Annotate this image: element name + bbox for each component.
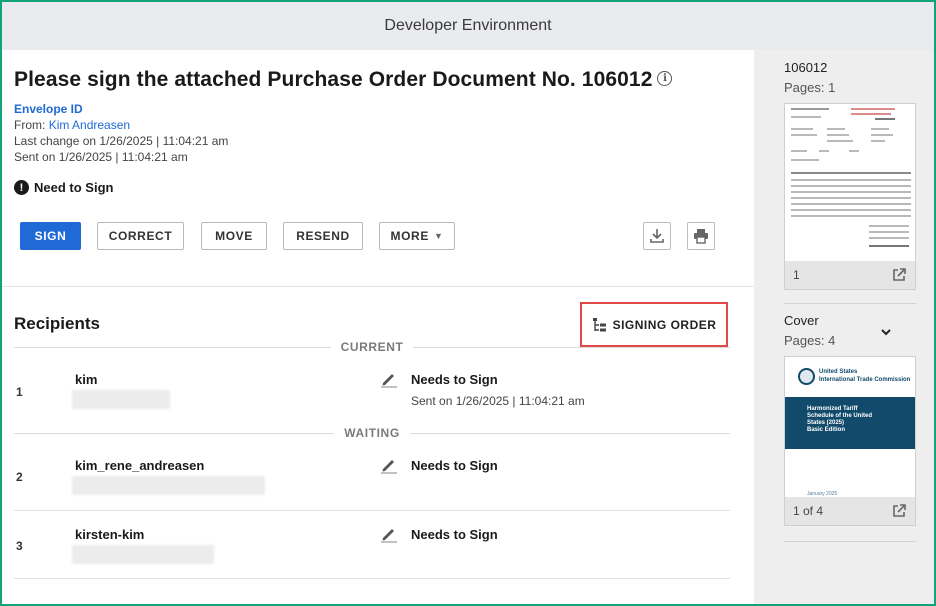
group-label-current: CURRENT [14, 340, 730, 354]
documents-sidebar: 106012 Pages: 1 1 Cover Pages: 4 United … [754, 50, 934, 604]
group-label-waiting: WAITING [14, 426, 730, 440]
download-icon [650, 229, 664, 243]
alert-icon: ! [14, 180, 29, 195]
recipient-name: kim [75, 372, 98, 387]
pen-icon [381, 374, 397, 388]
chevron-down-icon[interactable] [880, 326, 892, 340]
app-frame: Developer Environment Please sign the at… [0, 0, 936, 606]
sign-button[interactable]: SIGN [20, 222, 81, 250]
recipient-sent-date: Sent on 1/26/2025 | 11:04:21 am [411, 394, 585, 408]
sender-line: From: Kim Andreasen [14, 118, 130, 132]
recipient-status: Needs to Sign [411, 372, 498, 387]
recipient-email-redacted [72, 390, 170, 409]
thumbnail-page-indicator: 1 of 4 [793, 504, 824, 518]
recipients-heading: Recipients [14, 314, 100, 333]
cover-seal [798, 368, 815, 385]
correct-button[interactable]: CORRECT [97, 222, 184, 250]
document-separator [784, 541, 916, 542]
document-thumbnail[interactable]: United States International Trade Commis… [784, 356, 916, 526]
more-button-label: MORE [390, 229, 429, 243]
cover-header-line2: International Trade Commission [819, 377, 911, 383]
recipient-order: 2 [16, 470, 23, 484]
envelope-status-label: Need to Sign [34, 180, 114, 195]
thumbnail-page-indicator: 1 [793, 268, 800, 282]
recipient-order: 1 [16, 385, 23, 399]
move-button[interactable]: MOVE [201, 222, 267, 250]
document-title: 106012 [784, 60, 828, 75]
download-button[interactable] [643, 222, 671, 250]
group-label-current-text: CURRENT [340, 340, 404, 354]
signing-order-icon [592, 317, 606, 331]
open-external-icon[interactable] [891, 267, 907, 283]
document-page-count: Pages: 4 [784, 333, 836, 348]
envelope-title: Please sign the attached Purchase Order … [14, 68, 653, 91]
document-page-count: Pages: 1 [784, 80, 836, 95]
sender-name-link[interactable]: Kim Andreasen [49, 118, 130, 132]
document-separator [784, 303, 916, 304]
row-divider [14, 578, 730, 579]
sent-date-text: Sent on 1/26/2025 | 11:04:21 am [14, 150, 188, 164]
envelope-title-row: Please sign the attached Purchase Order … [14, 68, 673, 92]
recipient-order: 3 [16, 539, 23, 553]
thumbnail-footer: 1 [785, 261, 915, 289]
envelope-main-panel: Please sign the attached Purchase Order … [2, 50, 754, 604]
envelope-status: ! Need to Sign [14, 180, 113, 195]
row-divider [14, 510, 730, 511]
thumbnail-footer: 1 of 4 [785, 497, 915, 525]
recipient-status: Needs to Sign [411, 458, 498, 473]
pen-icon [381, 460, 397, 474]
print-button[interactable] [687, 222, 715, 250]
signing-order-label: SIGNING ORDER [612, 317, 717, 332]
print-icon [694, 229, 708, 244]
environment-banner-text: Developer Environment [384, 17, 552, 34]
more-dropdown-button[interactable]: MORE ▼ [379, 222, 455, 250]
group-label-waiting-text: WAITING [344, 426, 400, 440]
recipient-status: Needs to Sign [411, 527, 498, 542]
envelope-id-link[interactable]: Envelope ID [14, 102, 83, 116]
cover-title-line: Harmonized Tariff [807, 406, 858, 412]
cover-title-line: Schedule of the United [807, 413, 873, 419]
resend-button[interactable]: RESEND [283, 222, 363, 250]
recipient-name: kim_rene_andreasen [75, 458, 205, 473]
last-change-text: Last change on 1/26/2025 | 11:04:21 am [14, 134, 229, 148]
section-divider [2, 286, 754, 287]
cover-title-line: Basic Edition [807, 427, 846, 433]
cover-header-line1: United States [819, 369, 858, 375]
pen-icon [381, 529, 397, 543]
cover-title-line: States (2025) [807, 420, 845, 426]
from-label: From: [14, 118, 46, 132]
document-title: Cover [784, 313, 819, 328]
environment-banner: Developer Environment [2, 2, 934, 50]
open-external-icon[interactable] [891, 503, 907, 519]
caret-down-icon: ▼ [433, 231, 444, 241]
recipient-email-redacted [72, 545, 214, 564]
info-icon[interactable]: i [657, 70, 673, 86]
recipient-email-redacted [72, 476, 265, 495]
document-thumbnail[interactable]: 1 [784, 103, 916, 290]
recipient-name: kirsten-kim [75, 527, 145, 542]
cover-title-band: Harmonized Tariff Schedule of the United… [785, 397, 915, 449]
